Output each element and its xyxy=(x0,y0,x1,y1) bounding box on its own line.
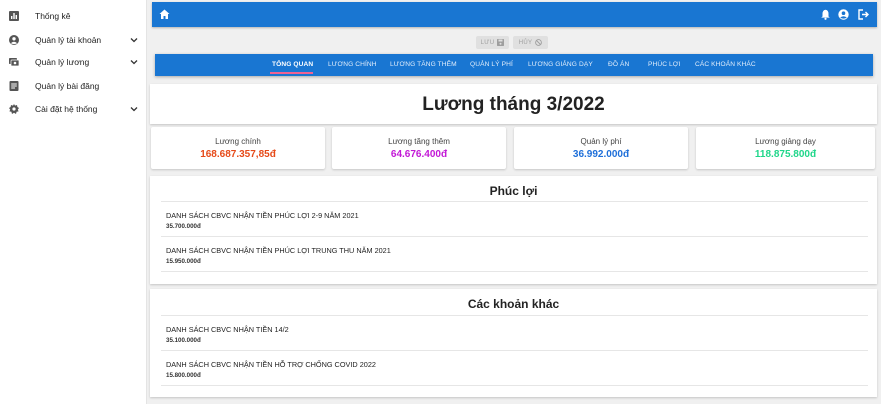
cancel-button[interactable]: HỦY xyxy=(513,36,548,49)
summary-card-management-fee: Quản lý phí 36.992.000đ xyxy=(514,127,688,169)
home-icon[interactable] xyxy=(159,9,170,20)
card-value: 118.875.800đ xyxy=(754,149,817,160)
list-item-title: DANH SÁCH CBVC NHẬN TIỀN PHÚC LỢI TRUNG … xyxy=(166,246,391,255)
list-item[interactable]: DANH SÁCH CBVC NHẬN TIỀN 14/2 35.100.000… xyxy=(161,316,868,351)
tab-extra-salary[interactable]: LƯƠNG TĂNG THÊM xyxy=(390,54,457,76)
logout-icon[interactable] xyxy=(858,9,869,20)
list-item-title: DANH SÁCH CBVC NHẬN TIỀN PHÚC LỢI 2-9 NĂ… xyxy=(166,211,359,220)
other-items-panel: Các khoản khác DANH SÁCH CBVC NHẬN TIỀN … xyxy=(150,289,877,397)
article-icon xyxy=(9,81,19,91)
cancel-button-label: HỦY xyxy=(518,39,533,46)
card-label: Quản lý phí xyxy=(580,137,622,146)
block-icon xyxy=(535,39,543,46)
tab-other-items[interactable]: CÁC KHOẢN KHÁC xyxy=(695,54,756,76)
chevron-down-icon xyxy=(130,107,138,112)
gear-icon xyxy=(9,104,19,114)
save-icon xyxy=(497,39,505,46)
payments-icon xyxy=(9,58,19,67)
top-app-bar xyxy=(152,2,877,27)
sidebar-item-system-settings[interactable]: Cài đặt hệ thống xyxy=(0,98,147,120)
list-item-amount: 35.700.000đ xyxy=(166,223,201,230)
account-circle-icon xyxy=(9,35,19,45)
sidebar-item-label: Quản lý bài đăng xyxy=(35,81,100,91)
list-item-amount: 15.800.000đ xyxy=(166,372,201,379)
bell-icon[interactable] xyxy=(820,9,831,20)
page-title: Lương tháng 3/2022 xyxy=(422,94,605,115)
section-title: Phúc lợi xyxy=(489,184,538,198)
summary-card-teaching-salary: Lương giảng dạy 118.875.800đ xyxy=(696,127,875,169)
chevron-down-icon xyxy=(130,38,138,43)
sidebar-item-label: Quản lý tài khoản xyxy=(35,35,102,45)
sidebar-item-label: Quản lý lương xyxy=(35,57,90,67)
list-item[interactable]: DANH SÁCH CBVC NHẬN TIỀN PHÚC LỢI 2-9 NĂ… xyxy=(161,202,868,237)
account-icon[interactable] xyxy=(838,9,849,20)
save-button-label: LƯU xyxy=(480,39,495,46)
card-label: Lương giảng dạy xyxy=(755,137,816,146)
title-panel: Lương tháng 3/2022 xyxy=(150,84,877,124)
tab-projects[interactable]: ĐỒ ÁN xyxy=(608,54,629,76)
sidebar-item-label: Cài đặt hệ thống xyxy=(35,104,98,114)
summary-card-extra-salary: Lương tăng thêm 64.676.400đ xyxy=(332,127,506,169)
list-item-amount: 15.950.000đ xyxy=(166,258,201,265)
card-value: 168.687.357,85đ xyxy=(200,149,276,160)
sidebar-item-statistics[interactable]: Thống kê xyxy=(0,5,147,27)
card-value: 36.992.000đ xyxy=(572,149,630,160)
section-title: Các khoản khác xyxy=(467,297,560,311)
save-button[interactable]: LƯU xyxy=(476,36,509,49)
tab-bar: TỔNG QUAN LƯƠNG CHÍNH LƯƠNG TĂNG THÊM QU… xyxy=(155,54,873,76)
sidebar-item-account-management[interactable]: Quản lý tài khoản xyxy=(0,29,147,51)
tab-benefits[interactable]: PHÚC LỢI xyxy=(648,54,680,76)
list-item[interactable]: DANH SÁCH CBVC NHẬN TIỀN PHÚC LỢI TRUNG … xyxy=(161,237,868,272)
sidebar-item-label: Thống kê xyxy=(35,11,71,21)
list-item-amount: 35.100.000đ xyxy=(166,337,201,344)
sidebar: Thống kê Quản lý tài khoản Quản lý lương… xyxy=(0,0,147,404)
card-label: Lương chính xyxy=(215,137,261,146)
chevron-down-icon xyxy=(130,60,138,65)
active-tab-indicator xyxy=(270,72,313,74)
list-item-title: DANH SÁCH CBVC NHẬN TIỀN HỖ TRỢ CHỐNG CO… xyxy=(166,360,376,369)
card-value: 64.676.400đ xyxy=(390,149,448,160)
list-item-title: DANH SÁCH CBVC NHẬN TIỀN 14/2 xyxy=(166,325,289,334)
sidebar-item-salary-management[interactable]: Quản lý lương xyxy=(0,51,147,73)
tab-management-fee[interactable]: QUẢN LÝ PHÍ xyxy=(470,54,513,76)
tab-teaching-salary[interactable]: LƯƠNG GIẢNG DẠY xyxy=(528,54,593,76)
sidebar-item-post-management[interactable]: Quản lý bài đăng xyxy=(0,75,147,97)
card-label: Lương tăng thêm xyxy=(388,137,450,146)
tab-base-salary[interactable]: LƯƠNG CHÍNH xyxy=(328,54,377,76)
summary-card-base-salary: Lương chính 168.687.357,85đ xyxy=(151,127,325,169)
benefits-panel: Phúc lợi DANH SÁCH CBVC NHẬN TIỀN PHÚC L… xyxy=(150,176,877,284)
bar-chart-icon xyxy=(9,11,19,21)
list-item[interactable]: DANH SÁCH CBVC NHẬN TIỀN HỖ TRỢ CHỐNG CO… xyxy=(161,351,868,386)
